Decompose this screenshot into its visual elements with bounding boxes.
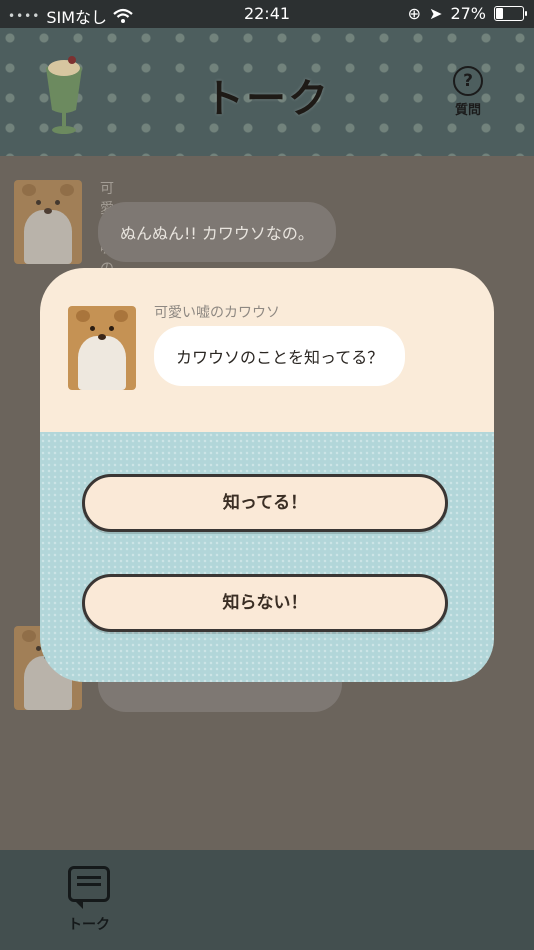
chat-bubble-icon — [68, 866, 110, 909]
help-label: 質問 — [454, 103, 481, 118]
dialog-header: 可愛い嘘のカワウソ カワウソのことを知ってる？ — [40, 268, 494, 432]
status-bar: •••• SIMなし 22:41 ⊕ ➤ 27% — [0, 0, 534, 28]
choice-dont-know-button[interactable]: 知らない！ — [82, 574, 448, 632]
message-bubble: ぬんぬん!! カワウソなの。 — [98, 202, 336, 262]
question-circle-icon: ? — [453, 66, 483, 96]
header: トーク ? 質問 — [0, 28, 534, 156]
otter-avatar — [14, 180, 82, 264]
otter-avatar — [68, 306, 136, 390]
choice-know-button[interactable]: 知ってる！ — [82, 474, 448, 532]
help-button[interactable]: ? 質問 — [448, 66, 488, 118]
status-right: ⊕ ➤ 27% — [407, 4, 527, 23]
battery-percent: 27% — [450, 4, 486, 23]
tab-talk[interactable]: トーク — [60, 866, 118, 934]
question-dialog: 可愛い嘘のカワウソ カワウソのことを知ってる？ 知ってる！ 知らない！ — [40, 268, 494, 682]
chat-message: 可愛い嘘のカワウソ ぬんぬん!! カワウソなの。 — [14, 180, 336, 357]
tab-label: トーク — [68, 917, 110, 933]
tab-bar: トーク — [0, 850, 534, 950]
dialog-sender: 可愛い嘘のカワウソ — [154, 305, 280, 321]
battery-icon — [494, 6, 527, 21]
dialog-question-bubble: カワウソのことを知ってる？ — [154, 326, 406, 386]
dialog-choices-area: 知ってる！ 知らない！ — [40, 432, 494, 682]
location-arrow-icon: ➤ — [429, 4, 443, 23]
rotation-lock-icon: ⊕ — [407, 4, 422, 23]
